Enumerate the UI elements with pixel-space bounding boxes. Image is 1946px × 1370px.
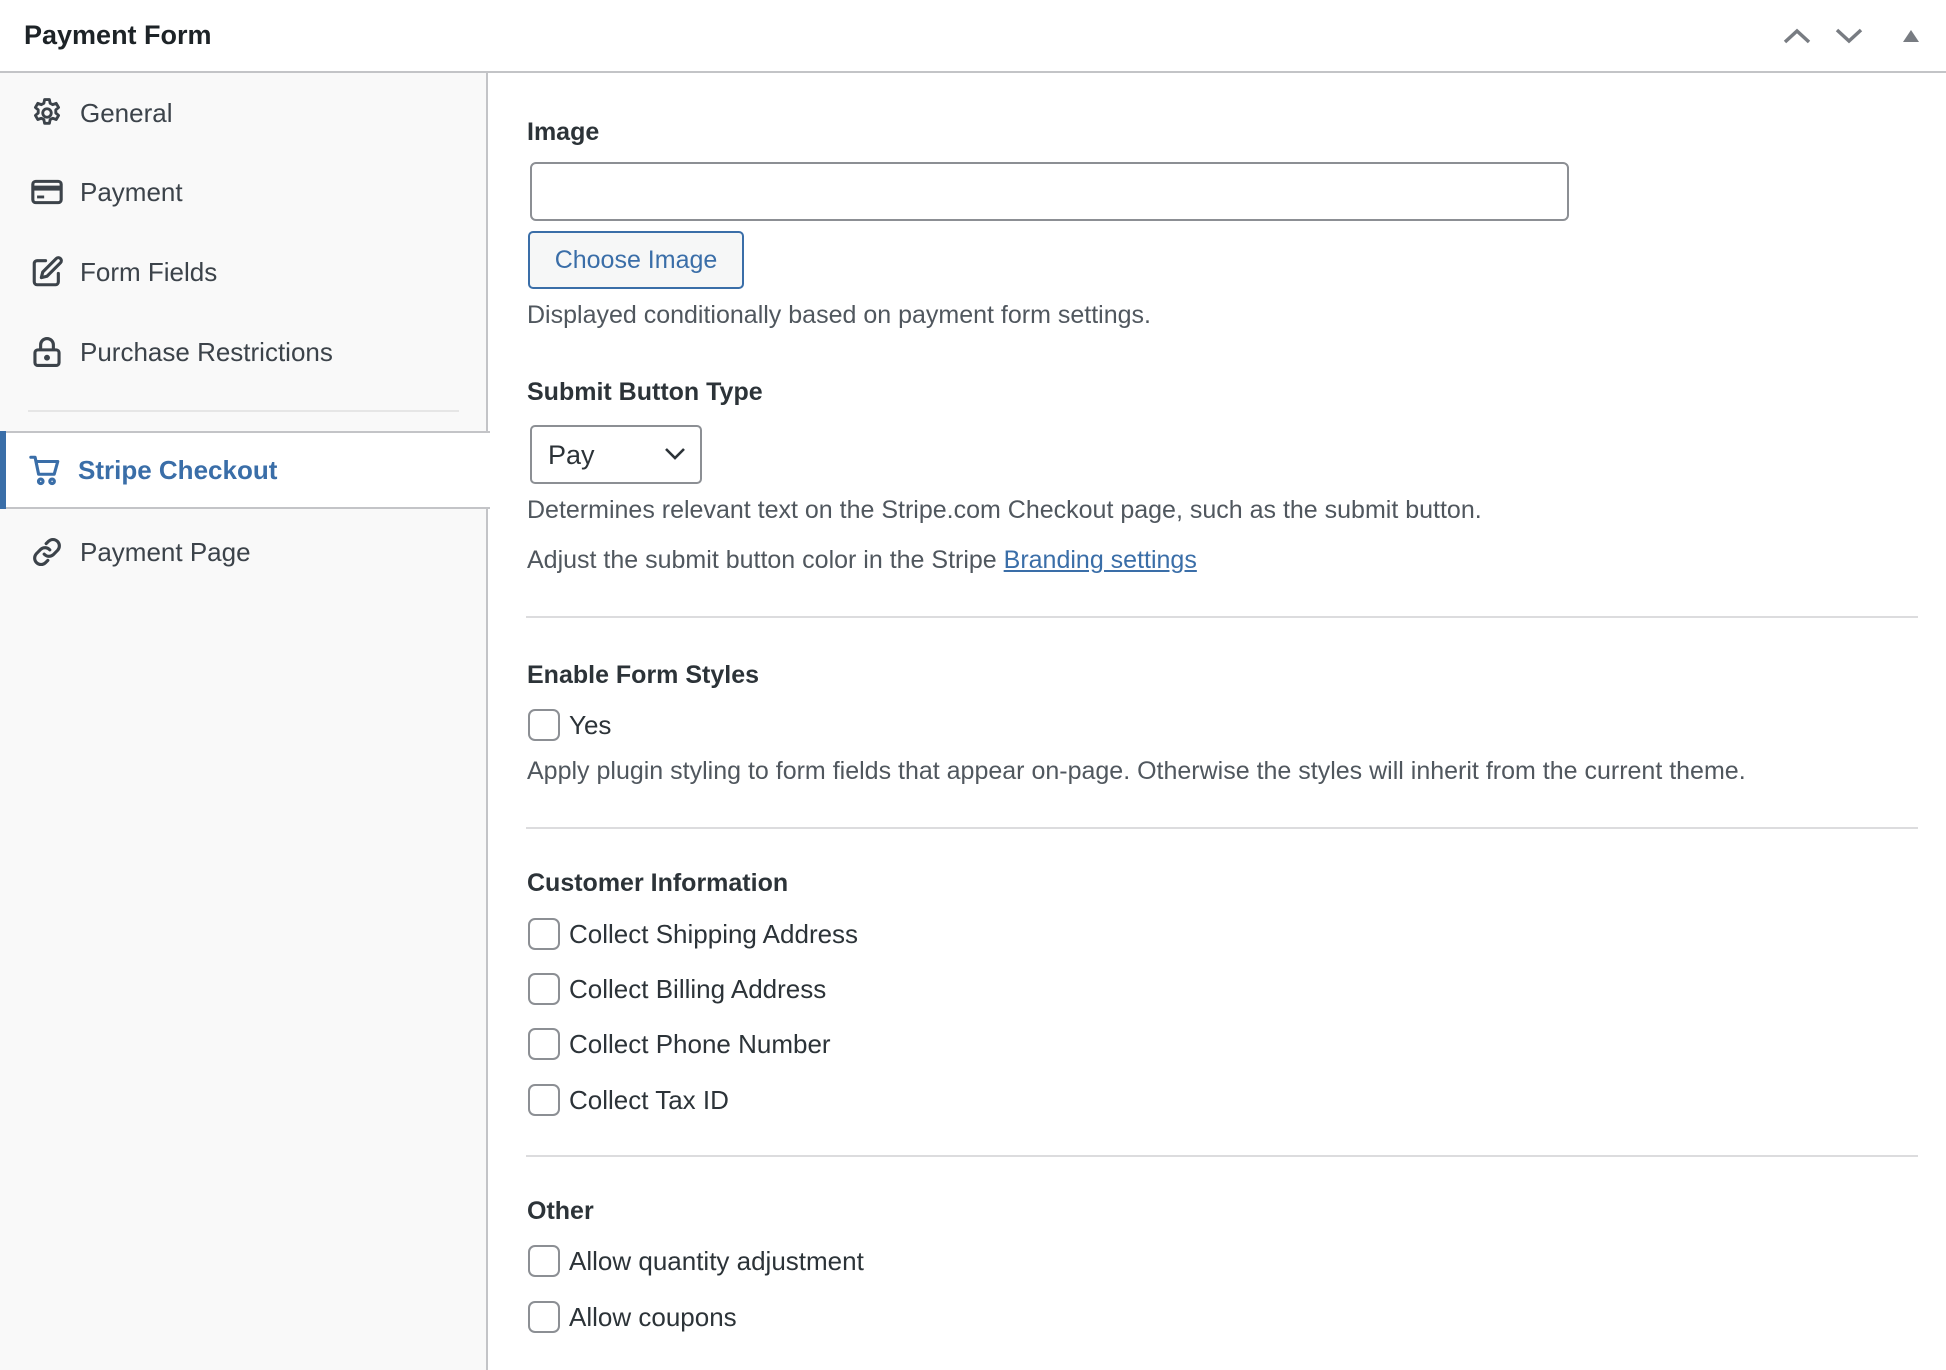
triangle-up-icon bbox=[1902, 29, 1920, 43]
collect-billing-address-checkbox[interactable]: Collect Billing Address bbox=[528, 973, 826, 1005]
sidebar-item-stripe-checkout[interactable]: Stripe Checkout bbox=[0, 431, 490, 509]
section-divider bbox=[526, 1155, 1918, 1157]
allow-quantity-adjustment-checkbox[interactable]: Allow quantity adjustment bbox=[528, 1245, 864, 1277]
edit-icon bbox=[29, 254, 65, 290]
image-help-text: Displayed conditionally based on payment… bbox=[527, 301, 1151, 329]
sidebar-divider bbox=[28, 410, 459, 412]
chevron-down-icon bbox=[1834, 26, 1864, 46]
checkbox-label: Collect Shipping Address bbox=[569, 918, 859, 949]
choose-image-button[interactable]: Choose Image bbox=[528, 231, 744, 289]
sidebar-item-payment-page[interactable]: Payment Page bbox=[0, 513, 486, 591]
submit-button-type-select[interactable]: Pay bbox=[530, 425, 702, 484]
panel-header: Payment Form bbox=[0, 0, 1946, 73]
sidebar-item-purchase-restrictions[interactable]: Purchase Restrictions bbox=[0, 313, 486, 391]
checkbox[interactable] bbox=[528, 918, 560, 950]
branding-settings-link[interactable]: Branding settings bbox=[1004, 546, 1197, 574]
image-label: Image bbox=[527, 118, 600, 146]
checkbox-label: Yes bbox=[569, 709, 612, 740]
branding-help-prefix: Adjust the submit button color in the St… bbox=[527, 546, 1004, 574]
lock-icon bbox=[29, 334, 65, 370]
settings-panel: Image Choose Image Displayed conditional… bbox=[490, 73, 1946, 1370]
checkbox-label: Allow quantity adjustment bbox=[569, 1245, 864, 1276]
checkbox[interactable] bbox=[528, 1028, 560, 1060]
section-divider bbox=[526, 827, 1918, 829]
collect-tax-id-checkbox[interactable]: Collect Tax ID bbox=[528, 1084, 729, 1116]
gear-icon bbox=[29, 95, 65, 131]
submit-type-help-text: Determines relevant text on the Stripe.c… bbox=[527, 496, 1482, 524]
checkbox[interactable] bbox=[528, 1084, 560, 1116]
checkbox[interactable] bbox=[528, 973, 560, 1005]
cart-icon bbox=[27, 452, 63, 488]
collect-shipping-address-checkbox[interactable]: Collect Shipping Address bbox=[528, 918, 858, 950]
link-icon bbox=[29, 534, 65, 570]
sidebar-item-label: Stripe Checkout bbox=[78, 454, 278, 485]
checkbox-label: Collect Phone Number bbox=[569, 1028, 831, 1059]
image-url-input[interactable] bbox=[530, 162, 1569, 221]
allow-coupons-checkbox[interactable]: Allow coupons bbox=[528, 1301, 737, 1333]
checkbox-label: Collect Billing Address bbox=[569, 973, 827, 1004]
move-down-button[interactable] bbox=[1829, 18, 1869, 54]
form-styles-help-text: Apply plugin styling to form fields that… bbox=[527, 757, 1746, 785]
checkbox-label: Allow coupons bbox=[569, 1301, 737, 1332]
sidebar-item-label: Payment Page bbox=[80, 536, 251, 567]
chevron-down-icon bbox=[664, 447, 686, 466]
sidebar-item-label: Purchase Restrictions bbox=[80, 336, 333, 367]
other-label: Other bbox=[527, 1197, 594, 1225]
branding-help-text: Adjust the submit button color in the St… bbox=[527, 546, 1197, 575]
checkbox-label: Collect Tax ID bbox=[569, 1084, 729, 1115]
enable-form-styles-label: Enable Form Styles bbox=[527, 661, 760, 689]
toggle-panel-button[interactable] bbox=[1891, 18, 1931, 54]
customer-information-label: Customer Information bbox=[527, 869, 789, 897]
enable-form-styles-checkbox[interactable]: Yes bbox=[528, 709, 611, 741]
sidebar-item-general[interactable]: General bbox=[0, 74, 486, 152]
sidebar-item-payment[interactable]: Payment bbox=[0, 153, 486, 231]
collect-phone-number-checkbox[interactable]: Collect Phone Number bbox=[528, 1028, 831, 1060]
sidebar-item-label: General bbox=[80, 97, 173, 128]
checkbox[interactable] bbox=[528, 1245, 560, 1277]
section-divider bbox=[526, 616, 1918, 618]
submit-button-type-label: Submit Button Type bbox=[527, 378, 763, 406]
checkbox[interactable] bbox=[528, 1301, 560, 1333]
chevron-up-icon bbox=[1782, 26, 1812, 46]
sidebar-item-label: Form Fields bbox=[80, 256, 218, 287]
sidebar-item-label: Payment bbox=[80, 176, 183, 207]
sidebar-nav: General Payment Form Fields Purchase Res… bbox=[0, 73, 490, 1370]
move-up-button[interactable] bbox=[1777, 18, 1817, 54]
panel-title: Payment Form bbox=[24, 20, 212, 50]
sidebar-item-form-fields[interactable]: Form Fields bbox=[0, 233, 486, 311]
select-value: Pay bbox=[548, 440, 595, 470]
credit-card-icon bbox=[29, 174, 65, 210]
checkbox[interactable] bbox=[528, 709, 560, 741]
